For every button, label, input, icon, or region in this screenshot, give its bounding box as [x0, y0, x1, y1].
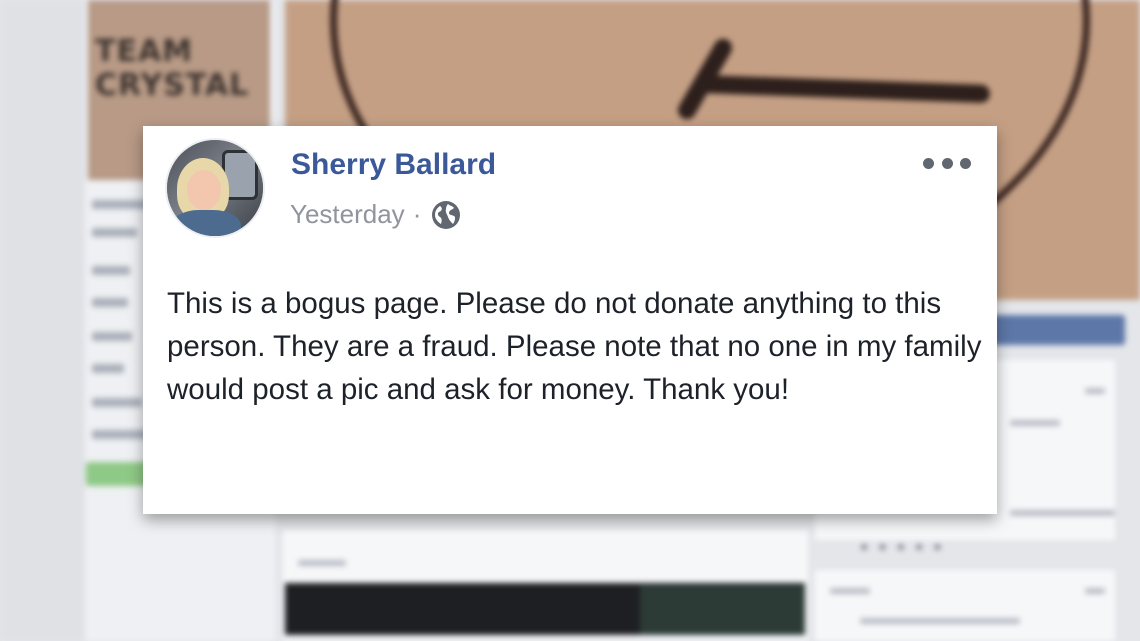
facebook-post-card: Sherry Ballard Yesterday · This is a bog… — [143, 126, 997, 514]
background-text-line — [1085, 588, 1105, 594]
post-timestamp[interactable]: Yesterday — [290, 199, 405, 230]
background-text-line — [1085, 388, 1105, 394]
more-dot — [923, 157, 934, 169]
background-profile-picture-text: TEAM CRYSTAL — [95, 34, 250, 103]
background-text-line — [1010, 510, 1115, 516]
background-sidebar-line — [92, 228, 137, 237]
background-sidebar-line — [92, 298, 128, 307]
background-dots: ● ● ● ● ● — [860, 538, 945, 554]
more-dot — [960, 157, 971, 169]
globe-icon[interactable] — [431, 200, 461, 230]
post-meta: Yesterday · — [290, 199, 461, 230]
background-right-card — [815, 570, 1115, 641]
avatar-face — [187, 170, 221, 210]
background-blue-button — [980, 315, 1125, 345]
background-sidebar-line — [92, 266, 130, 275]
author-avatar[interactable] — [165, 138, 265, 238]
more-options-icon[interactable] — [923, 151, 971, 175]
background-text-line — [1010, 420, 1060, 426]
avatar-body — [171, 210, 241, 236]
background-sidebar-line — [92, 398, 142, 407]
background-text-line — [830, 588, 870, 594]
background-text-line — [860, 618, 1020, 624]
background-sidebar-line — [92, 430, 148, 439]
author-name-link[interactable]: Sherry Ballard — [291, 148, 496, 182]
background-sidebar-line — [92, 364, 124, 373]
background-photos-strip — [640, 585, 805, 635]
background-text-line — [298, 560, 346, 566]
meta-separator: · — [412, 199, 422, 229]
more-dot — [941, 157, 953, 169]
background-left-margin — [0, 0, 85, 641]
background-sidebar-line — [92, 332, 132, 341]
post-body-text: This is a bogus page. Please do not dona… — [167, 287, 982, 406]
